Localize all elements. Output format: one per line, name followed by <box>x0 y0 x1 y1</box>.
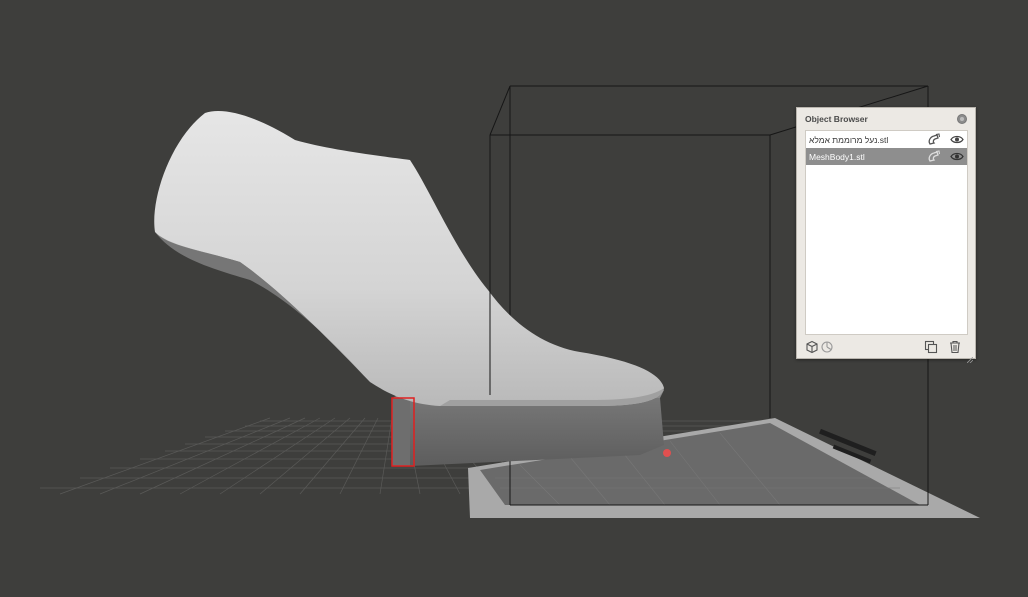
resize-grip-icon[interactable] <box>966 350 974 364</box>
cube-icon[interactable] <box>805 340 819 354</box>
object-list: נעל מרוממת אמלא.stl MeshBody1.stl <box>805 130 968 335</box>
list-item-selected[interactable]: MeshBody1.stl <box>806 148 967 165</box>
list-item[interactable]: נעל מרוממת אמלא.stl <box>806 131 967 148</box>
eye-icon[interactable] <box>950 133 964 146</box>
trash-icon[interactable] <box>948 340 962 354</box>
duplicate-icon[interactable] <box>924 340 938 354</box>
object-browser-panel: Object Browser נעל מרוממת אמלא.stl MeshB… <box>796 107 976 364</box>
object-browser-title: Object Browser <box>805 114 868 124</box>
pie-icon[interactable] <box>820 340 834 354</box>
magnet-icon[interactable] <box>927 133 941 146</box>
eye-icon[interactable] <box>950 150 964 163</box>
object-name: MeshBody1.stl <box>809 152 865 162</box>
magnet-icon[interactable] <box>927 150 941 163</box>
close-icon[interactable] <box>957 114 967 124</box>
shoe-last-mesh <box>154 111 664 406</box>
object-name: נעל מרוממת אמלא.stl <box>809 135 889 145</box>
object-browser-header[interactable]: Object Browser <box>797 108 975 130</box>
origin-marker <box>663 449 671 457</box>
sole-front <box>392 398 410 466</box>
